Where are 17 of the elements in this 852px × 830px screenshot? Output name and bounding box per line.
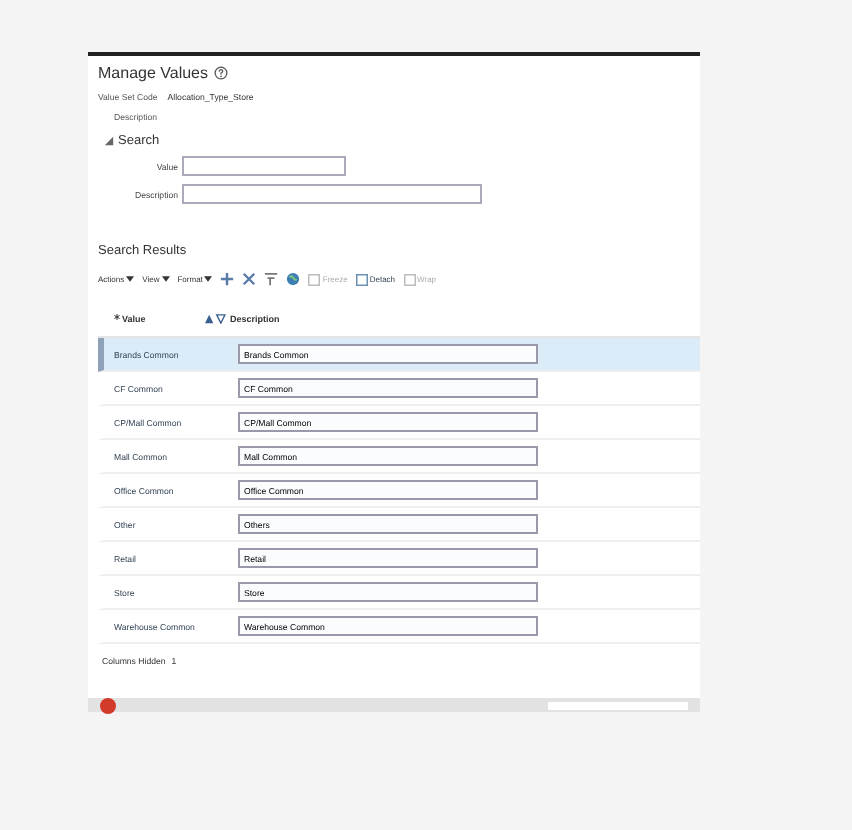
square-icon — [308, 273, 321, 285]
square-icon — [355, 273, 368, 285]
caret-icon — [204, 276, 213, 282]
search-field[interactable] — [182, 184, 482, 204]
error-icon[interactable] — [100, 697, 116, 713]
help-icon[interactable] — [214, 66, 228, 80]
page-title: Manage Values — [98, 64, 208, 82]
caret-icon — [126, 276, 135, 282]
globe-icon[interactable] — [286, 272, 301, 286]
add-icon[interactable] — [220, 272, 235, 286]
sort-icon[interactable] — [204, 314, 226, 324]
square-icon — [403, 273, 416, 285]
delete-icon[interactable] — [242, 272, 257, 286]
collapse-triangle-icon[interactable] — [104, 136, 114, 146]
search-field[interactable] — [182, 156, 346, 176]
filter-icon[interactable] — [264, 272, 279, 286]
caret-icon — [161, 276, 170, 282]
